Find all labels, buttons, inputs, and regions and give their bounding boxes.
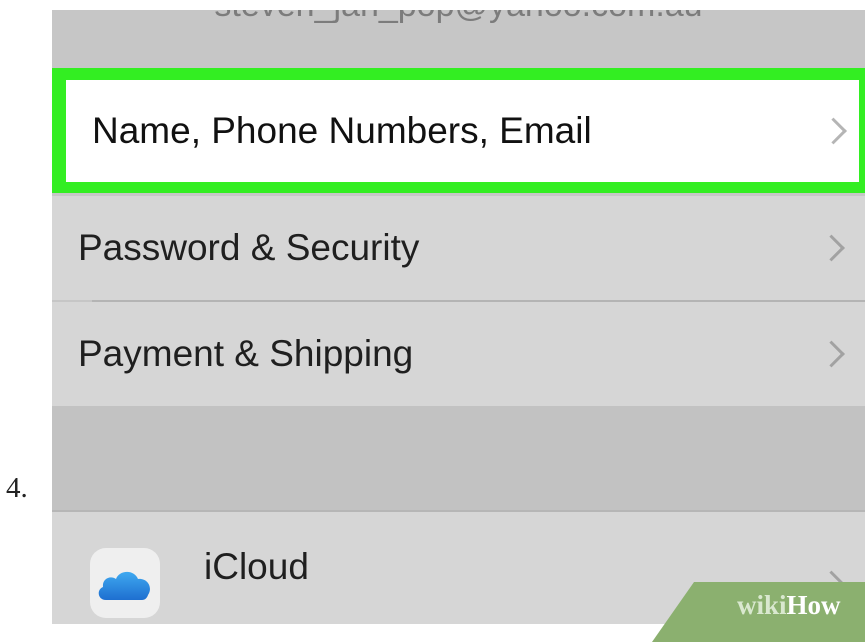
settings-screen: steven_jan_pop@yahoo.com.au Name, Phone … — [52, 10, 865, 624]
watermark-prefix: wiki — [737, 590, 787, 620]
watermark-suffix: How — [786, 590, 841, 620]
row-label: Password & Security — [78, 227, 420, 268]
icloud-label: iCloud — [204, 546, 309, 587]
settings-row-payment-shipping[interactable]: Payment & Shipping — [52, 302, 865, 406]
row-label: Payment & Shipping — [78, 333, 414, 374]
row-label: Name, Phone Numbers, Email — [92, 110, 592, 151]
account-email: steven_jan_pop@yahoo.com.au — [52, 10, 865, 25]
section-gap — [52, 406, 865, 512]
settings-row-name-phone-email[interactable]: Name, Phone Numbers, Email — [66, 80, 859, 182]
step-number: 4. — [6, 472, 28, 504]
chevron-right-icon — [818, 234, 845, 262]
chevron-right-icon — [818, 340, 845, 368]
wikihow-watermark: wikiHow — [737, 590, 841, 621]
chevron-right-icon — [820, 117, 847, 145]
icloud-icon — [90, 548, 160, 618]
settings-row-password-security[interactable]: Password & Security — [52, 196, 865, 300]
